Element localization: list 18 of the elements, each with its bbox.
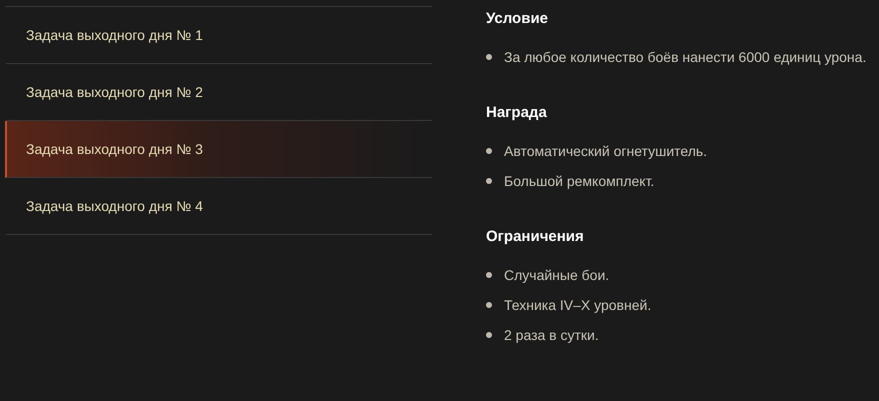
task-tab[interactable]: Задача выходного дня № 3 bbox=[5, 121, 432, 178]
condition-text: Большой ремкомплект. bbox=[504, 172, 656, 191]
bullet-icon bbox=[486, 332, 492, 338]
bullet-icon bbox=[486, 272, 492, 278]
bullet-icon bbox=[486, 148, 492, 154]
task-tab[interactable]: Задача выходного дня № 1 bbox=[5, 7, 432, 64]
bullet-icon bbox=[486, 302, 492, 308]
section-heading: Условие bbox=[486, 9, 550, 29]
condition-text: Техника IV–X уровней. bbox=[504, 296, 652, 315]
condition-text: За любое количество боёв нанести 6000 единиц урона. bbox=[504, 48, 868, 67]
bullet-icon bbox=[486, 54, 492, 60]
condition-text: Случайные бои. bbox=[504, 266, 610, 285]
condition-text: 2 раза в сутки. bbox=[504, 326, 600, 345]
section-heading: Награда bbox=[486, 103, 548, 123]
section-heading: Ограничения bbox=[486, 227, 585, 247]
task-tab[interactable]: Задача выходного дня № 4 bbox=[5, 178, 432, 235]
condition-text: Автоматический огнетушитель. bbox=[504, 142, 708, 161]
bullet-icon bbox=[486, 178, 492, 184]
